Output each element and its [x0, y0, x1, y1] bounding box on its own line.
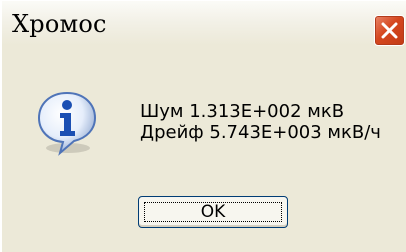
noise-line: Шум 1.313E+002 мкВ: [140, 101, 345, 122]
message-text: Шум 1.313E+002 мкВ Дрейф 5.743E+003 мкВ/…: [140, 101, 381, 143]
drift-line: Дрейф 5.743E+003 мкВ/ч: [140, 122, 381, 143]
ok-button-label: OK: [200, 202, 226, 222]
close-button[interactable]: [374, 15, 405, 46]
ok-button[interactable]: OK: [138, 196, 288, 228]
close-x-icon: [381, 22, 398, 39]
message-dialog: Хромос Шум 1.313E+002 мкВ Дрейф 5.743E+0…: [0, 0, 406, 252]
info-icon: [37, 91, 97, 156]
window-title: Хромос: [12, 10, 107, 38]
title-bar[interactable]: Хромос: [2, 1, 406, 46]
